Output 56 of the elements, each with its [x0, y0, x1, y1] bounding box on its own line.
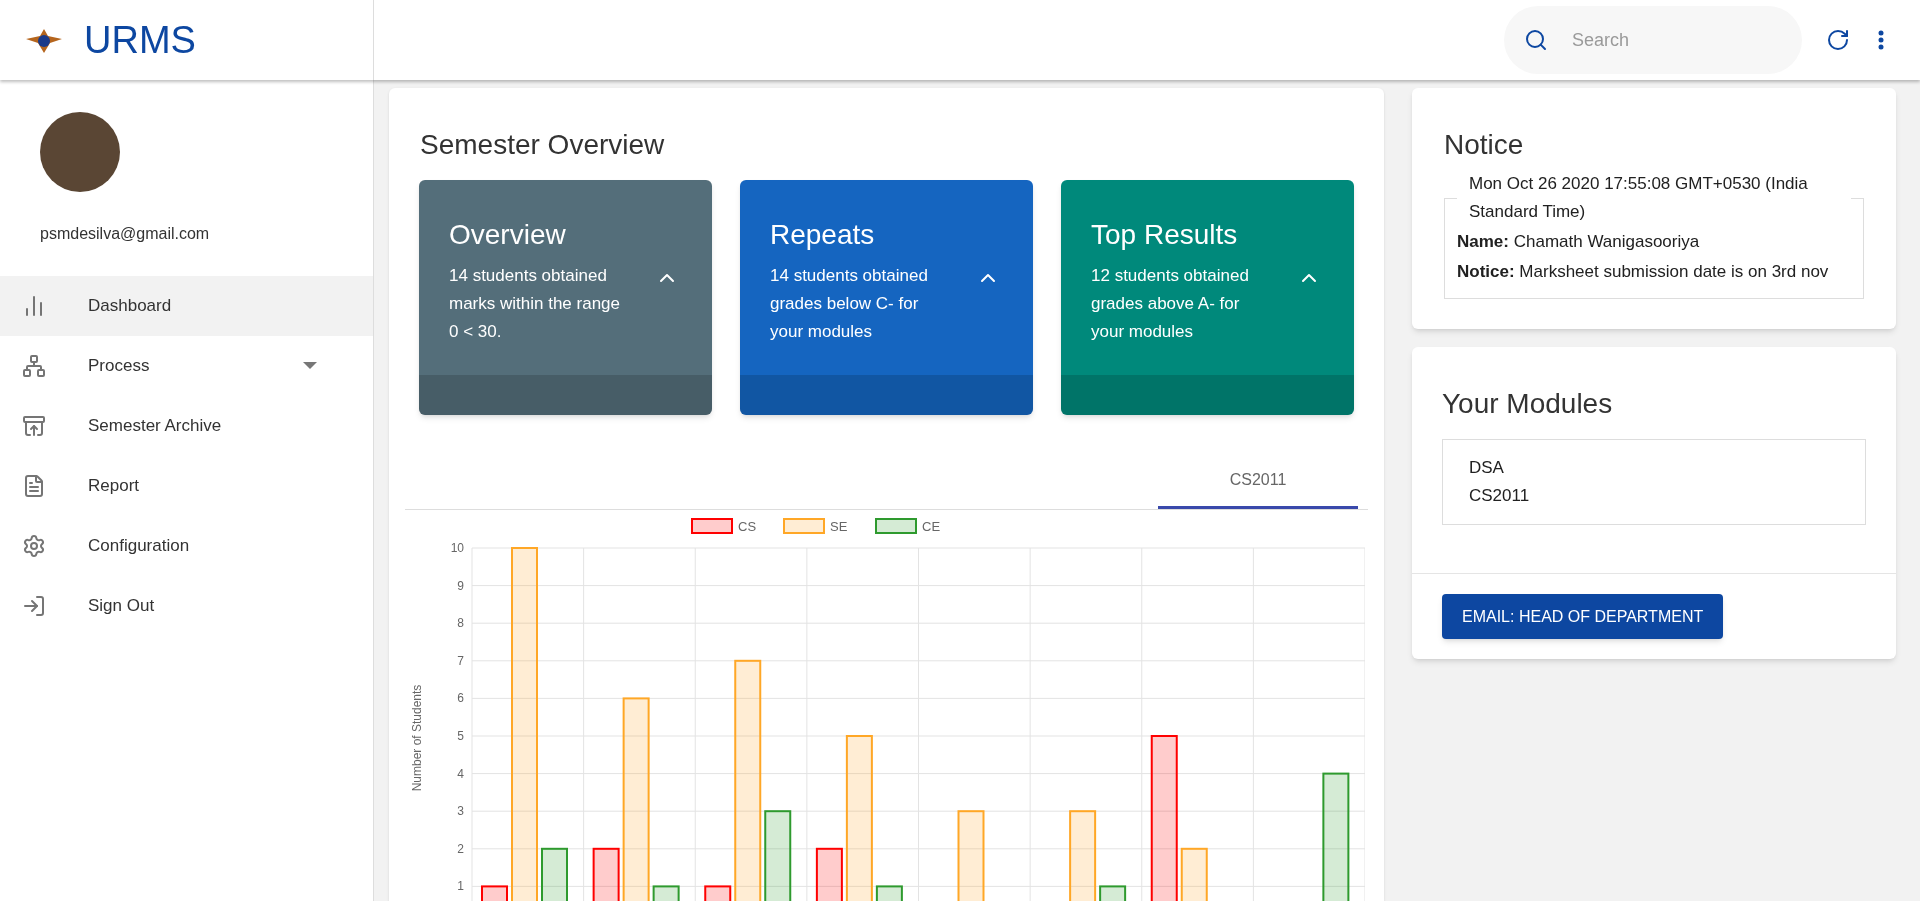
y-tick-label: 6: [457, 691, 464, 706]
sign-out-icon: [22, 594, 46, 618]
bar: [1180, 847, 1208, 901]
y-tick-label: 10: [450, 541, 464, 555]
module-item: CS2011: [1469, 485, 1531, 507]
y-tick-label: 4: [457, 766, 464, 781]
legend-label: CE: [922, 519, 941, 534]
hierarchy-icon: [22, 354, 46, 378]
nav-item[interactable]: Report: [0, 456, 373, 516]
nav-item[interactable]: Dashboard: [0, 276, 373, 336]
bar: [1099, 885, 1127, 901]
settings-icon: [22, 534, 46, 558]
card-title: Top Results: [1091, 218, 1239, 252]
bar: [875, 885, 903, 901]
card-text: 12 students obtained grades above A- for your modules: [1091, 265, 1250, 343]
module-item: DSA: [1469, 457, 1505, 479]
bar: [704, 885, 732, 901]
bar: [481, 885, 508, 901]
y-tick-label: 2: [457, 841, 464, 856]
app-title: URMS: [84, 17, 196, 63]
legend-label: CS: [738, 519, 757, 534]
y-tick-label: 1: [457, 879, 464, 894]
more-options-icon: [1878, 30, 1884, 50]
notice-entry: Name: Chamath Wanigasooriya: [1457, 231, 1701, 253]
card-title: Overview: [449, 218, 567, 252]
y-tick-label: 8: [457, 616, 464, 631]
notice-entry: Notice: Marksheet submission date is on 3rd nov: [1457, 261, 1830, 283]
bar: [652, 885, 680, 901]
card-heading: Notice: [1444, 128, 1525, 162]
bar: [541, 847, 568, 901]
email-button[interactable]: EMAIL: HEAD OF DEPARTMENT: [1442, 594, 1724, 639]
y-tick-label: 5: [457, 729, 464, 743]
bar: [592, 847, 620, 901]
refresh-icon: [1826, 28, 1850, 52]
notice-date: Mon Oct 26 2020 17:55:08 GMT+0530 (India Standard Time): [1468, 173, 1809, 223]
nav-item[interactable]: Semester Archive: [0, 396, 373, 456]
document-icon: [22, 474, 46, 498]
nav-item[interactable]: Sign Out: [0, 576, 373, 636]
y-tick-label: 9: [457, 578, 464, 593]
card-title: Repeats: [770, 218, 876, 252]
archive-icon: [22, 414, 46, 438]
nav-item[interactable]: Process: [0, 336, 373, 396]
bar: [815, 847, 843, 901]
y-tick-label: 3: [457, 804, 464, 819]
section-title: Semester Overview: [420, 128, 666, 162]
user-email: psmdesilva@gmail.com: [40, 224, 211, 244]
card-text: 14 students obtained marks within the range 0 < 30.: [449, 265, 622, 343]
search-icon: [1524, 28, 1548, 52]
module-tab[interactable]: CS2011: [1158, 453, 1358, 509]
y-tick-label: 7: [457, 653, 464, 668]
legend-label: SE: [830, 519, 848, 534]
card-heading: Your Modules: [1442, 387, 1614, 421]
card-text: 14 students obtained grades below C- for your modules: [770, 265, 929, 343]
y-axis-title: Number of Students: [410, 684, 424, 792]
search-field[interactable]: Search: [1572, 26, 1752, 54]
nav-item[interactable]: Configuration: [0, 516, 373, 576]
